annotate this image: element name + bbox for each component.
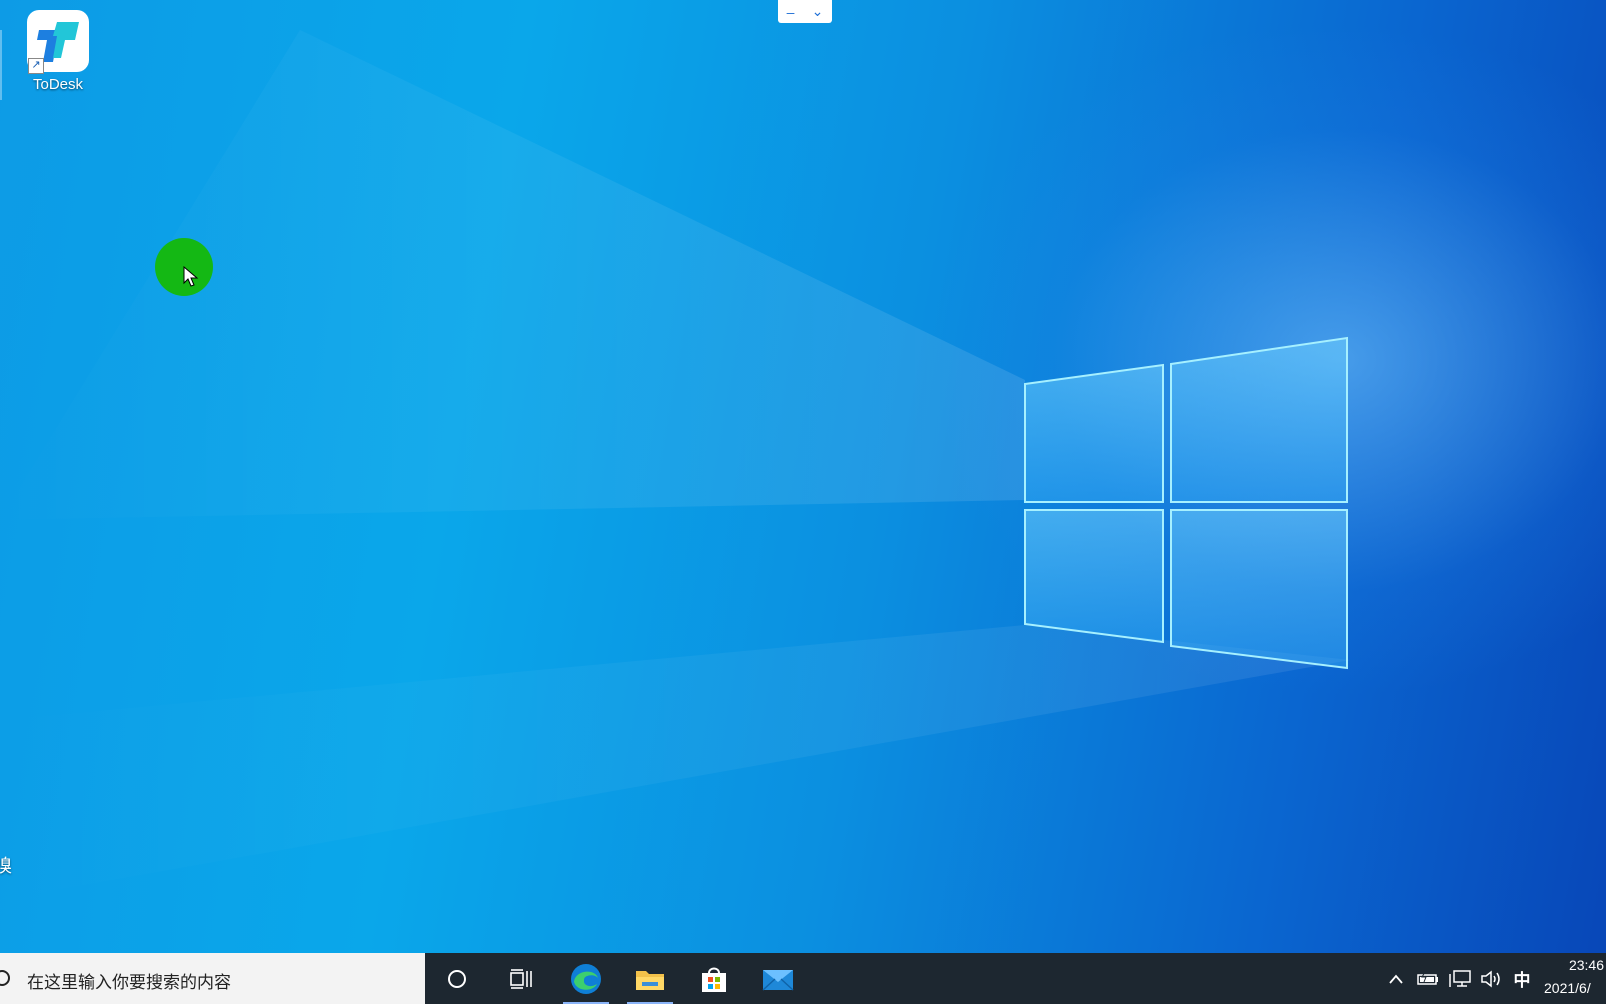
left-edge-window-fragment — [0, 30, 2, 100]
mail-button[interactable] — [749, 953, 807, 1004]
taskbar-search-box[interactable]: 在这里输入你要搜索的内容 — [0, 953, 425, 1004]
show-hidden-icons-chevron-icon[interactable] — [1385, 953, 1407, 1004]
cortana-circle-icon — [448, 969, 466, 988]
mail-envelope-icon — [762, 969, 794, 991]
taskbar: 在这里输入你要搜索的内容 中 23:46 2021/6/ — [0, 953, 1606, 1004]
input-method-indicator[interactable]: 中 — [1508, 953, 1536, 1004]
mouse-cursor-icon — [183, 266, 199, 287]
task-view-icon — [510, 968, 532, 989]
edge-button[interactable] — [557, 953, 615, 1004]
desktop[interactable]: 嗅 ↗ ToDesk – ⌄ — [0, 0, 1606, 953]
battery-icon[interactable] — [1414, 953, 1442, 1004]
shortcut-arrow-icon: ↗ — [28, 58, 44, 74]
toolbar-expand-button[interactable]: ⌄ — [812, 3, 824, 20]
task-view-button[interactable] — [492, 953, 550, 1004]
network-icon[interactable] — [1446, 953, 1474, 1004]
folder-icon — [636, 970, 664, 990]
clock-date: 2021/6/ — [1544, 980, 1591, 996]
cortana-button[interactable] — [428, 953, 486, 1004]
taskbar-clock[interactable]: 23:46 2021/6/ — [1540, 953, 1606, 1004]
remote-control-toolbar[interactable]: – ⌄ — [778, 0, 832, 23]
search-icon — [0, 970, 10, 986]
desktop-icon-todesk[interactable]: ↗ ToDesk — [14, 8, 102, 100]
left-edge-text-fragment: 嗅 — [0, 856, 12, 876]
wallpaper — [0, 30, 1350, 900]
edge-browser-icon — [571, 963, 601, 994]
toolbar-minimize-button[interactable]: – — [787, 4, 795, 20]
volume-icon[interactable] — [1477, 953, 1505, 1004]
file-explorer-button[interactable] — [621, 953, 679, 1004]
clock-time: 23:46 — [1568, 957, 1604, 973]
store-bag-icon — [702, 967, 726, 992]
desktop-icon-label: ToDesk — [32, 76, 84, 93]
windows-logo — [1024, 336, 1348, 670]
microsoft-store-button[interactable] — [685, 953, 743, 1004]
search-placeholder: 在这里输入你要搜索的内容 — [27, 973, 231, 992]
